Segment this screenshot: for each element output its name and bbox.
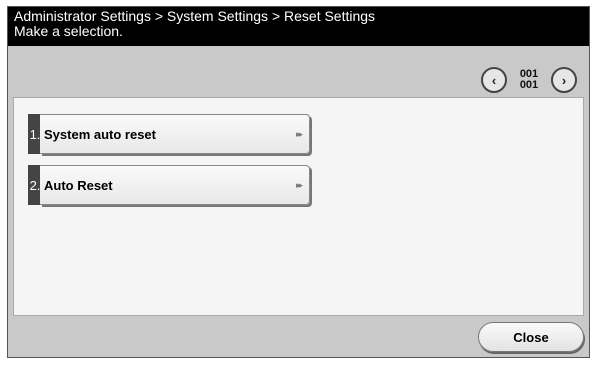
page-navigator: ‹ 001 001 › — [481, 65, 577, 95]
breadcrumb: Administrator Settings > System Settings… — [14, 8, 376, 24]
chevron-right-icon: › — [561, 72, 567, 88]
double-chevron-right-icon: ▸▸ — [295, 179, 303, 190]
menu-item-auto-reset[interactable]: 2. Auto Reset ▸▸ — [28, 165, 310, 205]
total-pages: 001 — [519, 79, 539, 91]
item-label: Auto Reset — [44, 177, 113, 193]
page-indicator: 001 001 — [515, 69, 543, 91]
next-page-button[interactable]: › — [551, 67, 577, 93]
auto-reset-button[interactable]: Auto Reset ▸▸ — [40, 165, 310, 205]
prev-page-button[interactable]: ‹ — [481, 67, 507, 93]
item-number: 1. — [28, 114, 40, 154]
settings-screen: Administrator Settings > System Settings… — [7, 6, 590, 358]
menu-item-system-auto-reset[interactable]: 1. System auto reset ▸▸ — [28, 114, 310, 154]
chevron-left-icon: ‹ — [491, 72, 497, 88]
system-auto-reset-button[interactable]: System auto reset ▸▸ — [40, 114, 310, 154]
menu-panel: 1. System auto reset ▸▸ 2. Auto Reset ▸▸ — [13, 97, 584, 316]
item-label: System auto reset — [44, 126, 156, 142]
instruction-text: Make a selection. — [14, 23, 123, 39]
close-button[interactable]: Close — [478, 322, 584, 352]
item-number: 2. — [28, 165, 40, 205]
double-chevron-right-icon: ▸▸ — [295, 128, 303, 139]
header-bar: Administrator Settings > System Settings… — [8, 7, 589, 46]
